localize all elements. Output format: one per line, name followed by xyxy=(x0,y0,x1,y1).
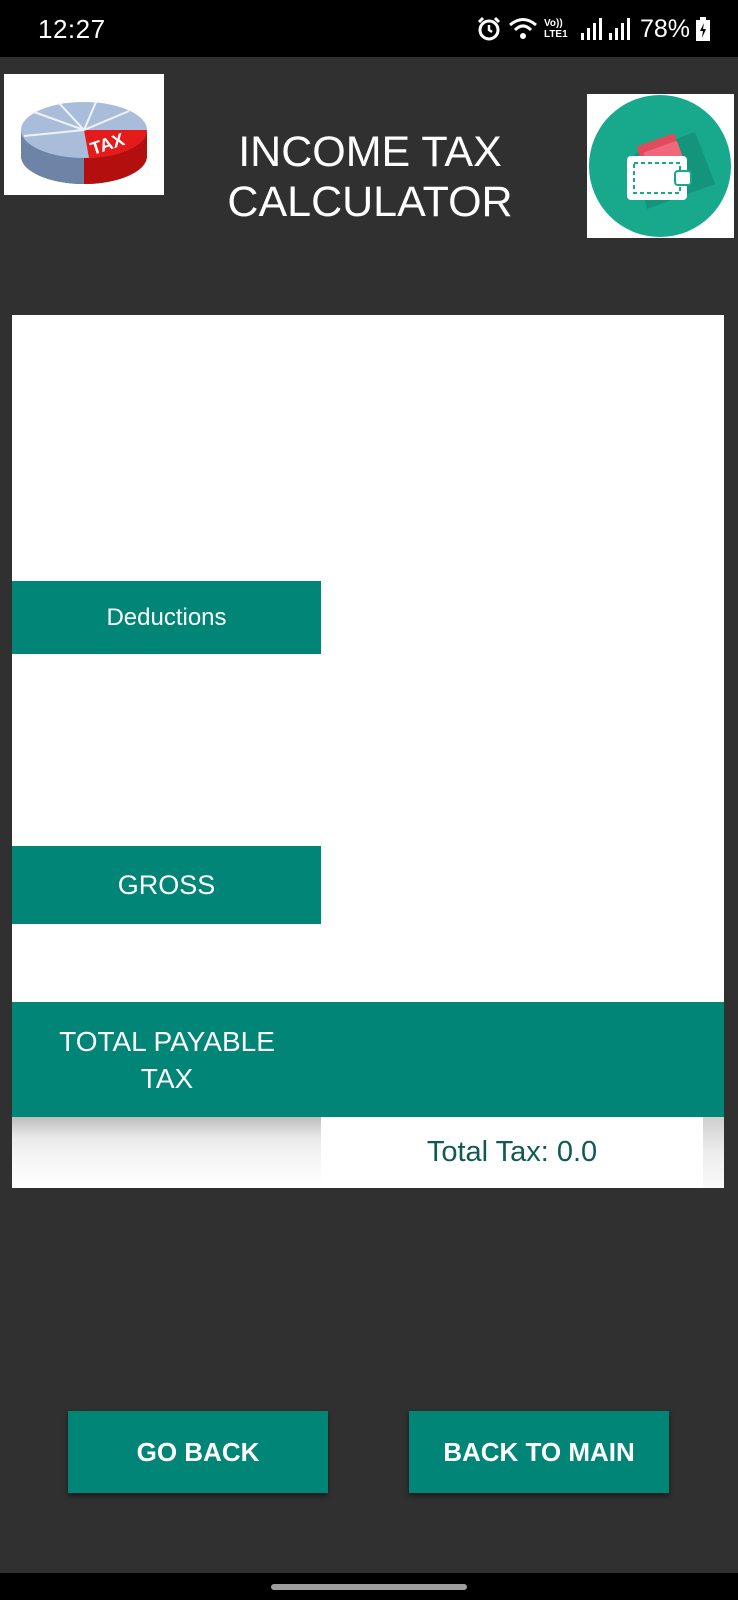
total-payable-label-line1: TOTAL PAYABLE xyxy=(59,1025,275,1057)
total-tax-value: Total Tax: 0.0 xyxy=(426,1136,598,1168)
page-title: INCOME TAX CALCULATOR xyxy=(190,127,550,227)
deductions-button[interactable]: Deductions xyxy=(12,581,321,654)
status-bar: 12:27 Vo)) LTE1 78% xyxy=(0,0,738,57)
tax-pie-chart-icon: TAX xyxy=(21,101,148,184)
wallet-logo xyxy=(587,94,734,238)
back-to-main-button[interactable]: BACK TO MAIN xyxy=(409,1411,669,1493)
network-label: Vo)) LTE1 xyxy=(543,18,568,40)
page-title-line2: CALCULATOR xyxy=(227,178,513,226)
battery-charging-icon xyxy=(696,17,710,41)
shadow-area xyxy=(12,1117,321,1188)
status-icons: Vo)) LTE1 78% xyxy=(476,14,710,44)
total-payable-label: TOTAL PAYABLE TAX xyxy=(32,1002,302,1117)
battery-percent: 78% xyxy=(639,14,690,43)
calculator-panel: Deductions GROSS TOTAL PAYABLE TAX Total… xyxy=(12,315,724,1188)
page-title-line1: INCOME TAX xyxy=(238,128,502,176)
wallet-icon xyxy=(589,95,731,237)
status-time: 12:27 xyxy=(38,14,106,44)
alarm-icon xyxy=(476,16,502,42)
navigation-bar xyxy=(0,1573,738,1600)
wifi-icon xyxy=(508,17,538,41)
shadow-area xyxy=(703,1117,724,1188)
signal-icon xyxy=(580,17,602,41)
total-payable-label-line2: TAX xyxy=(140,1062,194,1094)
total-payable-band: TOTAL PAYABLE TAX xyxy=(12,1002,724,1117)
go-back-button[interactable]: GO BACK xyxy=(68,1411,328,1493)
gross-button[interactable]: GROSS xyxy=(12,846,321,924)
app-header: TAX INCOME TAX CALCULATOR xyxy=(0,57,738,302)
tax-logo: TAX xyxy=(4,74,164,195)
signal-icon xyxy=(608,17,630,41)
home-gesture-handle[interactable] xyxy=(271,1584,467,1590)
